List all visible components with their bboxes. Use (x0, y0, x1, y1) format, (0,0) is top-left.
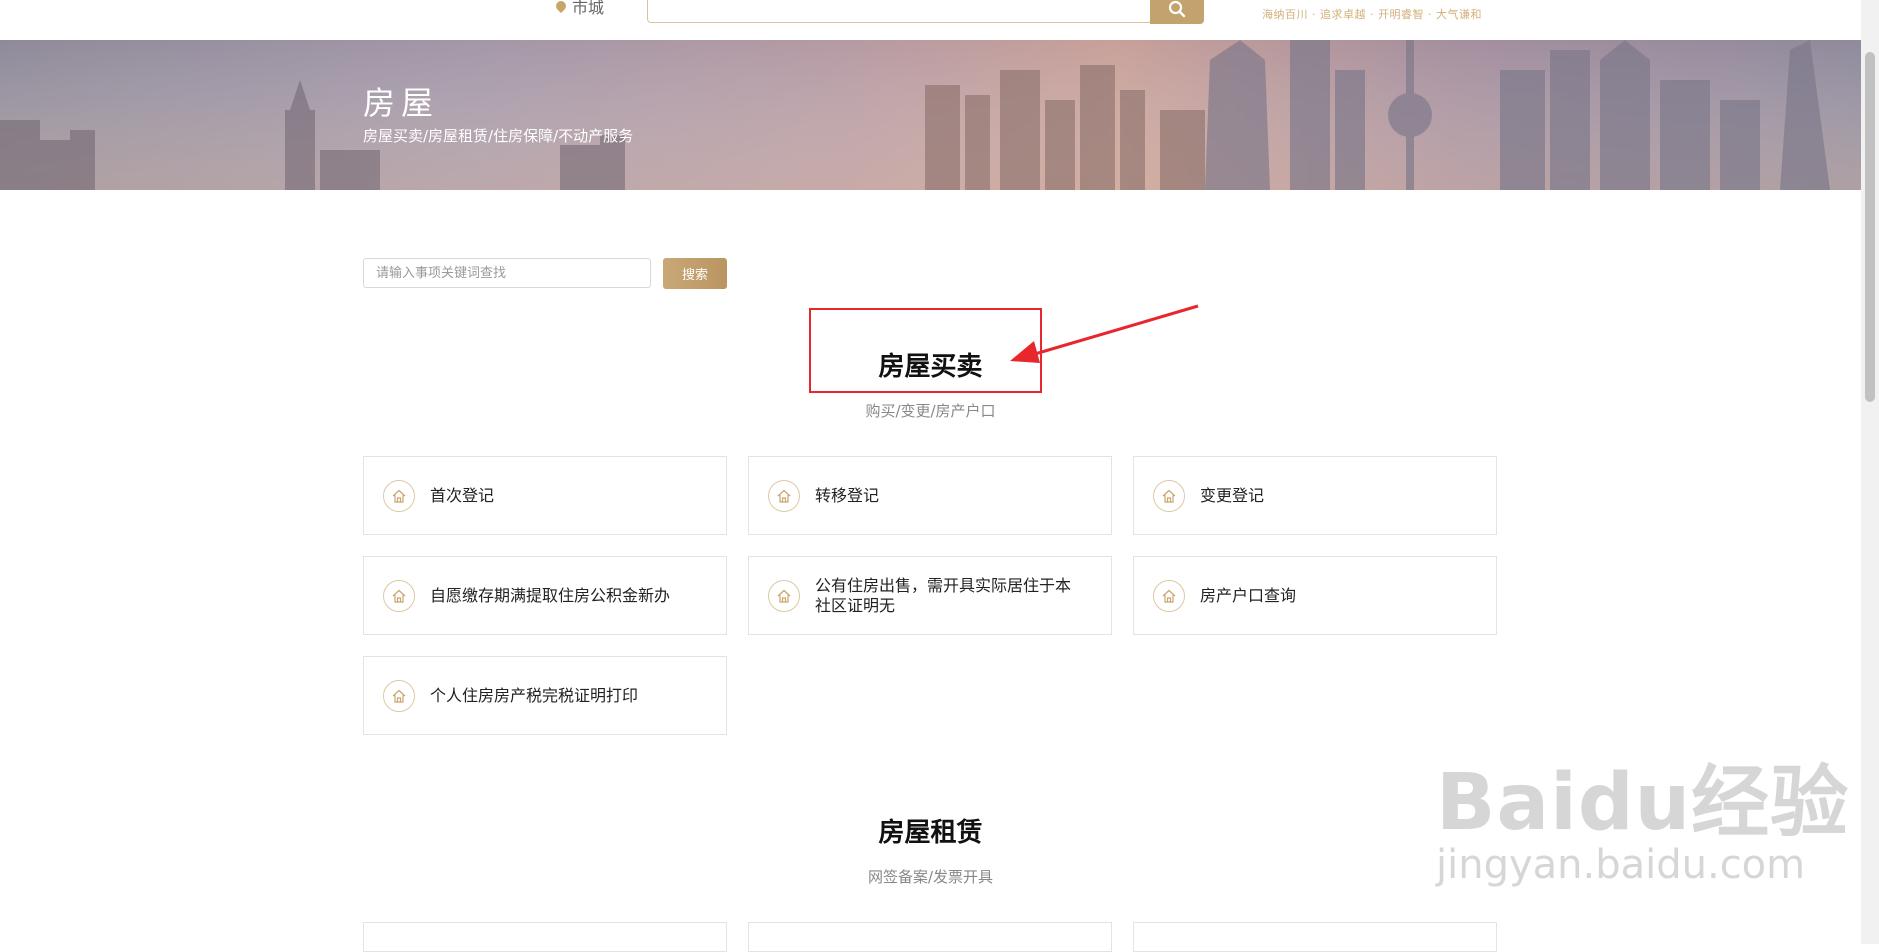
service-card-rental-partial[interactable] (1133, 922, 1497, 952)
service-card-transfer-registration[interactable]: 转移登记 (748, 456, 1112, 535)
search-icon (1168, 0, 1186, 18)
house-icon (383, 479, 415, 512)
service-card-label: 房产户口查询 (1200, 585, 1297, 605)
header-search-input[interactable] (647, 0, 1152, 23)
service-card-label: 公有住房出售，需开具实际居住于本社区证明无 (815, 575, 1072, 615)
service-card-property-hukou-query[interactable]: 房产户口查询 (1133, 556, 1497, 635)
scrollbar-thumb[interactable] (1865, 52, 1875, 402)
city-skyline-image (0, 40, 1861, 190)
service-card-label: 个人住房房产税完税证明打印 (430, 685, 639, 705)
house-icon (383, 579, 415, 612)
vertical-scrollbar[interactable] (1861, 0, 1879, 944)
location-label: 市城 (572, 0, 605, 17)
banner-subtitle: 房屋买卖/房屋租赁/住房保障/不动产服务 (363, 127, 634, 145)
service-card-public-housing-sale[interactable]: 公有住房出售，需开具实际居住于本社区证明无 (748, 556, 1112, 635)
house-icon (1153, 479, 1185, 512)
service-card-label: 首次登记 (430, 485, 495, 505)
house-icon (768, 479, 800, 512)
top-header: 市城 海纳百川 · 追求卓越 · 开明睿智 · 大气谦和 (0, 0, 1861, 40)
page-banner: 房屋 房屋买卖/房屋租赁/住房保障/不动产服务 (0, 40, 1861, 190)
search-button[interactable]: 搜索 (663, 258, 727, 289)
service-card-housing-fund-withdrawal[interactable]: 自愿缴存期满提取住房公积金新办 (363, 556, 727, 635)
service-card-property-tax-certificate[interactable]: 个人住房房产税完税证明打印 (363, 656, 727, 735)
item-search-input[interactable] (363, 258, 651, 288)
service-card-first-registration[interactable]: 首次登记 (363, 456, 727, 535)
header-search-button[interactable] (1150, 0, 1204, 24)
service-card-label: 变更登记 (1200, 485, 1265, 505)
house-icon (383, 679, 415, 712)
house-icon (1153, 579, 1185, 612)
banner-title: 房屋 (363, 84, 440, 122)
service-card-label: 转移登记 (815, 485, 880, 505)
watermark-url: jingyan.baidu.com (1436, 842, 1806, 888)
watermark-brand: Baidu经验 (1436, 758, 1850, 848)
section-subtitle-buy-sell: 购买/变更/房产户口 (865, 402, 996, 420)
location-selector[interactable]: 市城 (553, 0, 605, 18)
baidu-watermark: Baidu经验 jingyan.baidu.com (1436, 740, 1849, 888)
location-pin-icon (553, 0, 569, 14)
service-card-change-registration[interactable]: 变更登记 (1133, 456, 1497, 535)
header-slogan: 海纳百川 · 追求卓越 · 开明睿智 · 大气谦和 (1262, 8, 1482, 21)
annotation-arrow-icon (1010, 304, 1199, 363)
service-card-rental-partial[interactable] (748, 922, 1112, 952)
service-card-label: 自愿缴存期满提取住房公积金新办 (430, 585, 671, 605)
house-icon (768, 579, 800, 612)
service-card-rental-partial[interactable] (363, 922, 727, 952)
